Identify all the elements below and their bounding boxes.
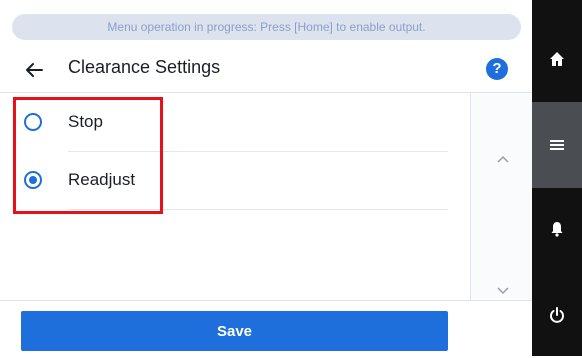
sidebar-item-home[interactable] [532, 16, 582, 102]
divider [68, 151, 448, 152]
chevron-down-icon[interactable] [495, 283, 511, 299]
chevron-up-icon[interactable] [495, 151, 511, 167]
divider [0, 300, 532, 301]
menu-icon [550, 140, 564, 150]
option-readjust[interactable]: Readjust [0, 153, 470, 211]
option-stop[interactable]: Stop [0, 95, 470, 153]
option-label: Stop [68, 112, 103, 131]
arrow-left-icon[interactable] [22, 58, 46, 82]
divider [68, 209, 448, 210]
option-label: Readjust [68, 170, 136, 189]
question-icon[interactable]: ? [486, 58, 508, 80]
bell-icon [551, 222, 563, 237]
sidebar [532, 0, 582, 356]
header: Clearance Settings ? [0, 46, 532, 93]
sidebar-item-notifications[interactable] [532, 186, 582, 272]
save-button[interactable]: Save [21, 311, 448, 351]
status-banner: Menu operation in progress: Press [Home]… [12, 14, 521, 40]
options-list: Stop Readjust [0, 93, 470, 300]
sidebar-item-power[interactable] [532, 272, 582, 358]
home-icon [550, 52, 564, 66]
power-icon [550, 307, 564, 323]
radio-checked-icon[interactable] [24, 171, 42, 189]
scroll-panel [470, 93, 533, 300]
radio-unchecked-icon[interactable] [24, 113, 42, 131]
page-title: Clearance Settings [68, 57, 221, 77]
sidebar-item-menu[interactable] [532, 102, 582, 188]
